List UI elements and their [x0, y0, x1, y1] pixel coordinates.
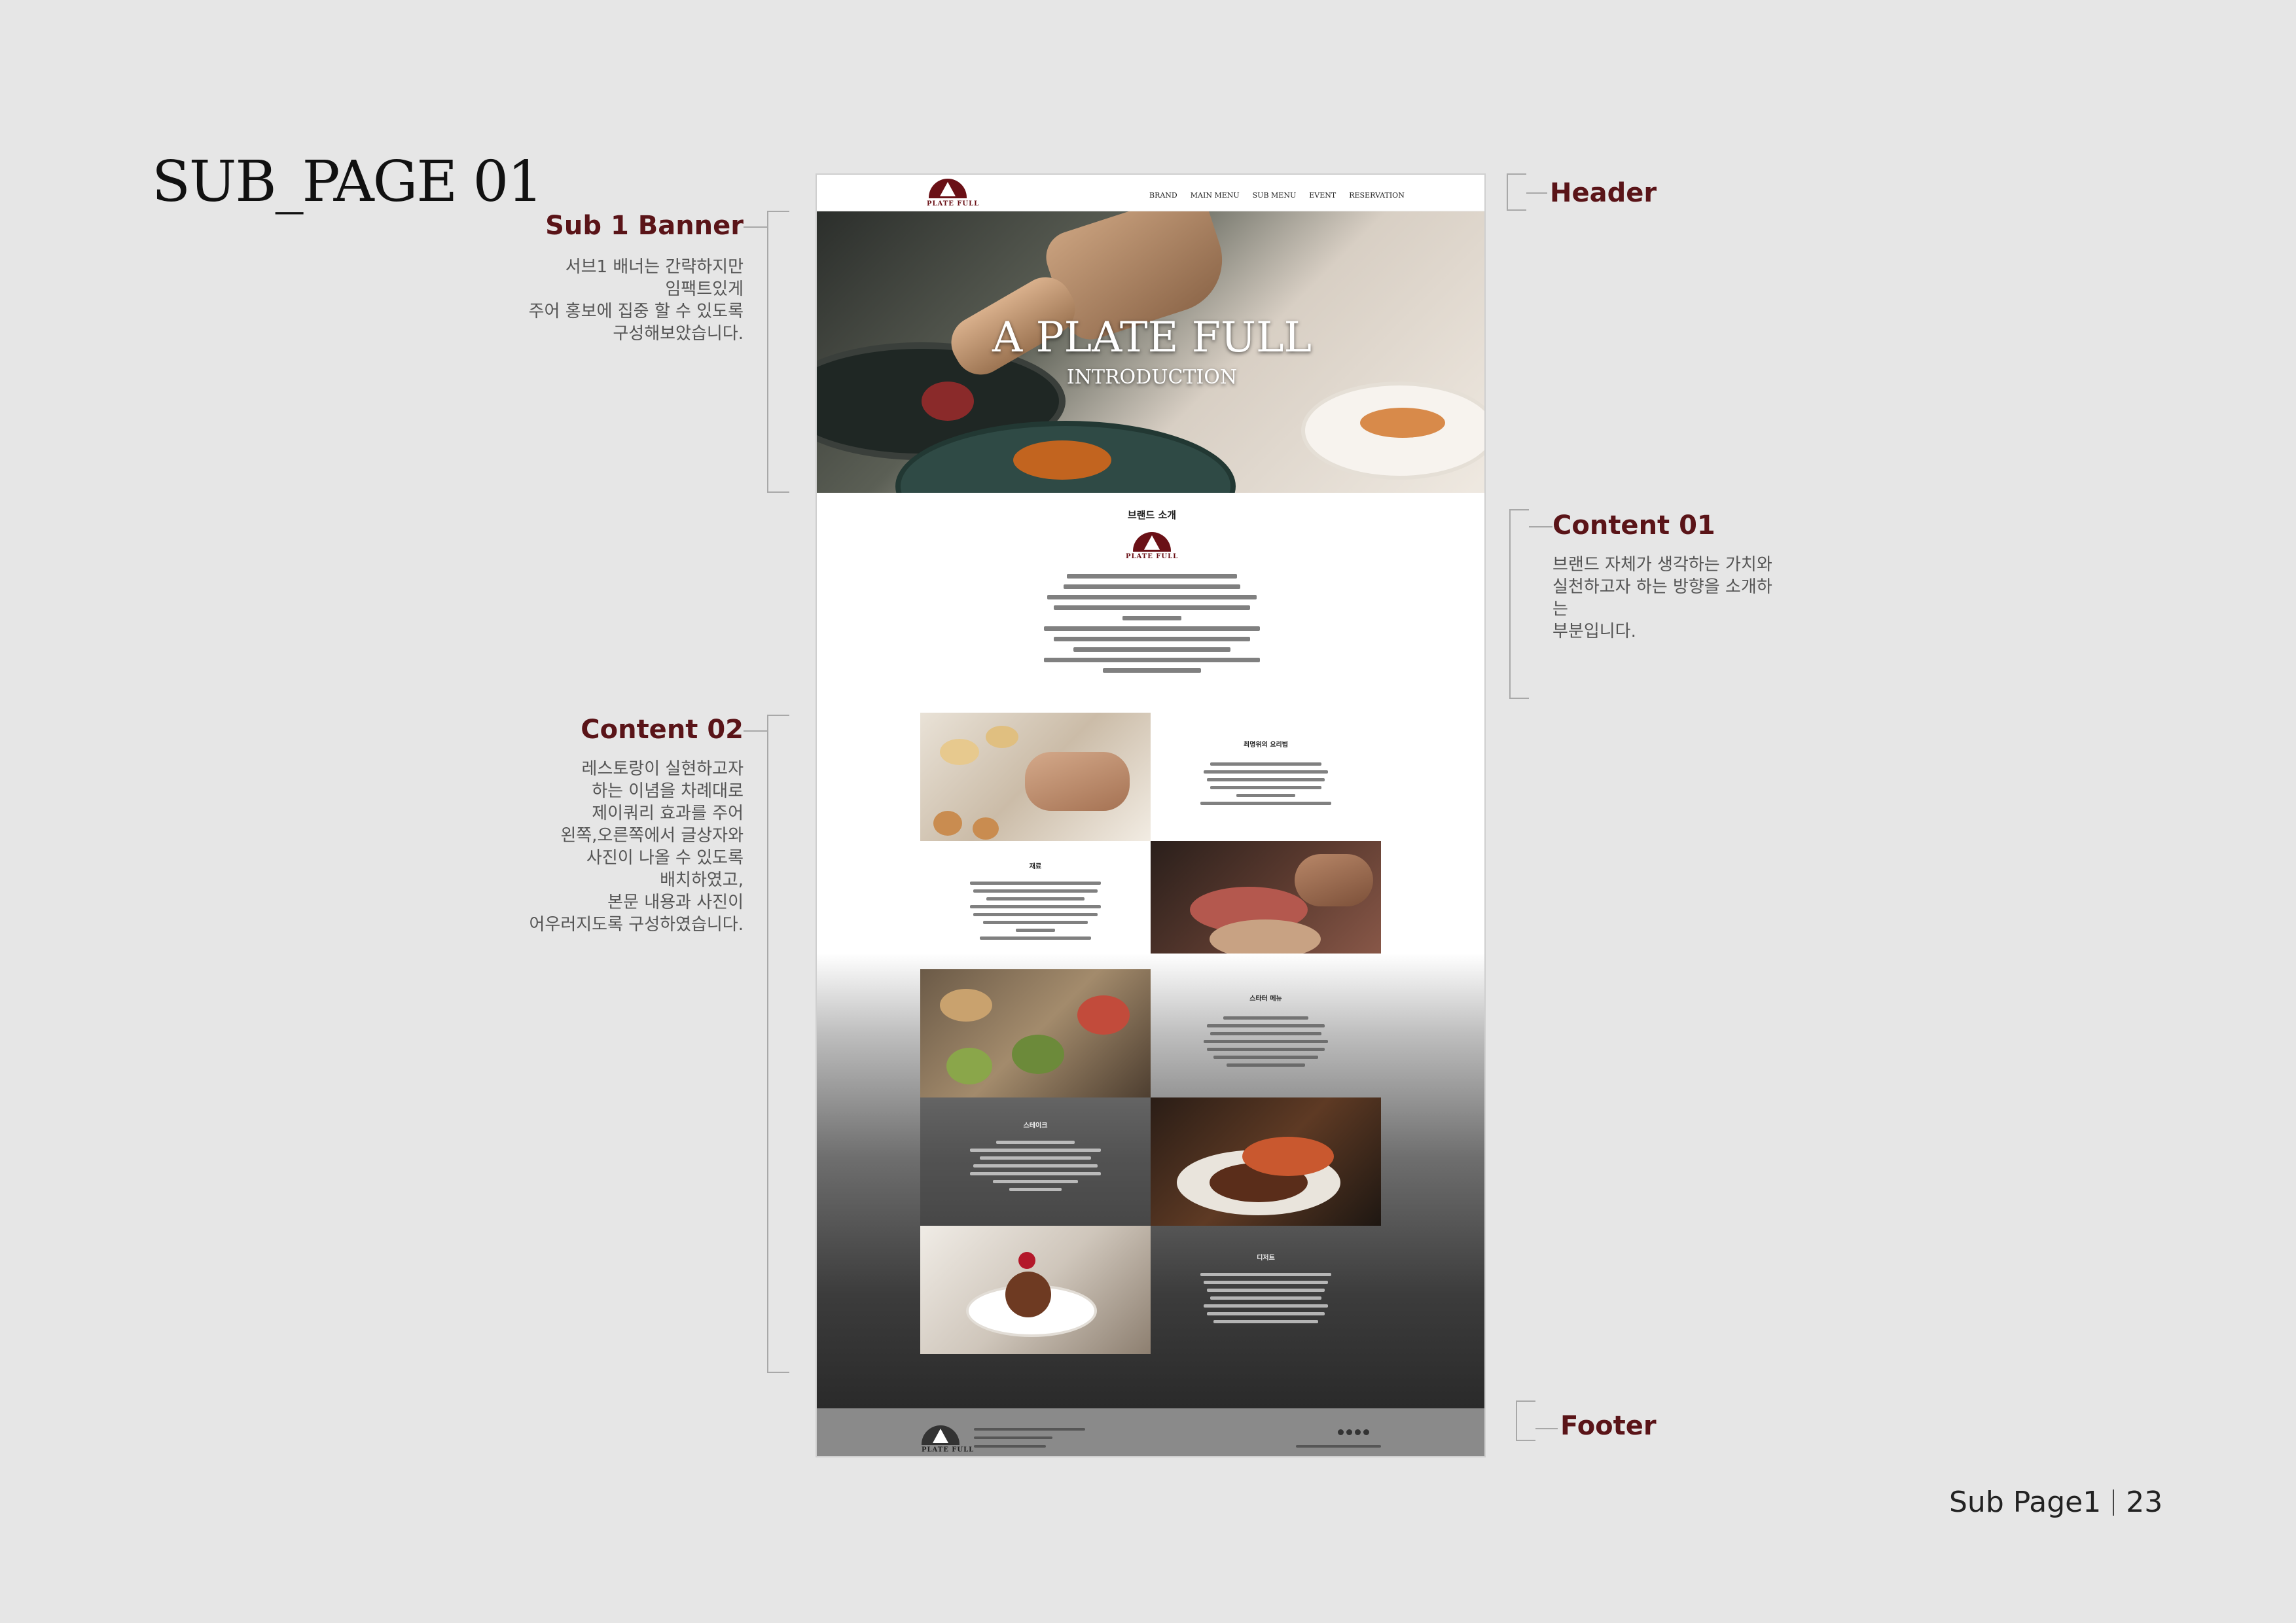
card-dessert: 디저트	[1151, 1226, 1381, 1354]
content02-annotation-desc: 레스토랑이 실현하고자 하는 이념을 차례대로 제이쿼리 효과를 주어 왼쪽,오…	[529, 759, 744, 935]
content02-bracket-bottom	[767, 1372, 789, 1373]
pasta-dough-photo	[920, 713, 1151, 841]
steak-photo	[1151, 1097, 1381, 1226]
content01-connector	[1529, 526, 1552, 527]
card-recipe-text	[1181, 762, 1351, 805]
card-starter-text	[1181, 1016, 1351, 1067]
card-starter-title: 스타터 메뉴	[1249, 995, 1282, 1003]
header-connector	[1526, 192, 1547, 194]
content01-bracket-bottom	[1509, 698, 1529, 699]
page-label: Sub Page1	[1949, 1486, 2102, 1519]
card-recipe: 최명위의 요리법	[1151, 713, 1381, 841]
footer-annotation-title: Footer	[1560, 1411, 1657, 1441]
page-number-value: 23	[2126, 1486, 2163, 1519]
nav-item-brand[interactable]: BRAND	[1149, 191, 1177, 200]
social-icon[interactable]	[1355, 1429, 1361, 1435]
social-icon[interactable]	[1338, 1429, 1344, 1435]
card-steak-text	[950, 1141, 1121, 1191]
content02-bracket	[767, 715, 768, 1373]
meat-photo	[1151, 841, 1381, 969]
sub1-banner-bracket-bottom	[767, 491, 789, 493]
banner-dish-right	[1360, 408, 1445, 438]
card-steak: 스테이크	[920, 1097, 1151, 1226]
page-number-divider	[2113, 1489, 2115, 1516]
dessert-photo	[920, 1226, 1151, 1354]
content01-bracket-top	[1509, 509, 1529, 510]
mockup-footer: PLATE FULL	[817, 1408, 1484, 1456]
sub-banner: A PLATE FULL INTRODUCTION	[817, 211, 1484, 493]
content02-annotation-title: Content 02	[581, 715, 744, 745]
nav-item-reservation[interactable]: RESERVATION	[1349, 191, 1405, 200]
footer-logo-text: PLATE FULL	[922, 1446, 975, 1454]
header-annotation-title: Header	[1550, 178, 1657, 208]
header-bracket-bottom	[1507, 209, 1526, 211]
content02-connector	[744, 730, 767, 732]
content01-annotation-desc: 브랜드 자체가 생각하는 가치와 실천하고자 하는 방향을 소개하 는 부분입니…	[1552, 555, 1772, 641]
banner-subtitle: INTRODUCTION	[1066, 366, 1238, 389]
social-icon[interactable]	[1363, 1429, 1369, 1435]
social-icon[interactable]	[1346, 1429, 1352, 1435]
card-ingredients: 재료	[920, 841, 1151, 969]
card-steak-title: 스테이크	[1023, 1122, 1048, 1130]
sub1-banner-annotation-title: Sub 1 Banner	[545, 211, 744, 241]
table-food-photo	[920, 969, 1151, 1097]
sub1-banner-bracket-top	[767, 211, 789, 212]
footer-copyright	[1296, 1445, 1381, 1448]
footer-bracket	[1516, 1400, 1517, 1441]
content01-annotation-title: Content 01	[1552, 510, 1715, 541]
page-title: SUB_PAGE 01	[152, 149, 543, 215]
nav-item-main-menu[interactable]: MAIN MENU	[1191, 191, 1240, 200]
nav-item-event[interactable]: EVENT	[1309, 191, 1336, 200]
website-mockup: PLATE FULL BRAND MAIN MENU SUB MENU EVEN…	[816, 173, 1486, 1457]
sub1-banner-bracket	[767, 211, 768, 493]
card-starter: 스타터 메뉴	[1151, 969, 1381, 1097]
footer-social	[1338, 1429, 1369, 1435]
card-recipe-title: 최명위의 요리법	[1244, 741, 1288, 749]
footer-bracket-bottom	[1516, 1440, 1535, 1441]
brand-logo-text: PLATE FULL	[927, 200, 980, 207]
mockup-header: PLATE FULL BRAND MAIN MENU SUB MENU EVEN…	[817, 175, 1484, 211]
sub1-banner-annotation-desc: 서브1 배너는 간략하지만 임팩트있게 주어 홍보에 집중 할 수 있도록 구성…	[528, 257, 744, 344]
footer-connector	[1535, 1428, 1558, 1429]
main-nav: BRAND MAIN MENU SUB MENU EVENT RESERVATI…	[1149, 191, 1405, 200]
footer-info	[974, 1428, 1085, 1448]
banner-dish-center	[1013, 440, 1111, 480]
card-ingredients-title: 재료	[1029, 863, 1042, 870]
footer-bracket-top	[1516, 1400, 1535, 1402]
brand-section-title: 브랜드 소개	[1127, 509, 1177, 521]
card-ingredients-text	[950, 882, 1121, 940]
brand-section-logo-icon	[1133, 532, 1171, 552]
header-bracket	[1507, 173, 1508, 210]
card-dessert-text	[1181, 1273, 1351, 1323]
card-dessert-title: 디저트	[1257, 1255, 1275, 1262]
brand-intro-paragraph	[1021, 574, 1283, 673]
nav-item-sub-menu[interactable]: SUB MENU	[1253, 191, 1297, 200]
content01-bracket	[1509, 509, 1511, 699]
footer-logo-icon	[922, 1425, 960, 1445]
brand-section-logo-text: PLATE FULL	[1126, 553, 1179, 560]
brand-logo-icon[interactable]	[929, 179, 967, 198]
sub1-banner-connector	[744, 226, 767, 228]
banner-title: A PLATE FULL	[992, 313, 1312, 362]
page-number: Sub Page1 23	[1949, 1486, 2162, 1519]
header-bracket-top	[1507, 173, 1526, 175]
content02-bracket-top	[767, 715, 789, 716]
